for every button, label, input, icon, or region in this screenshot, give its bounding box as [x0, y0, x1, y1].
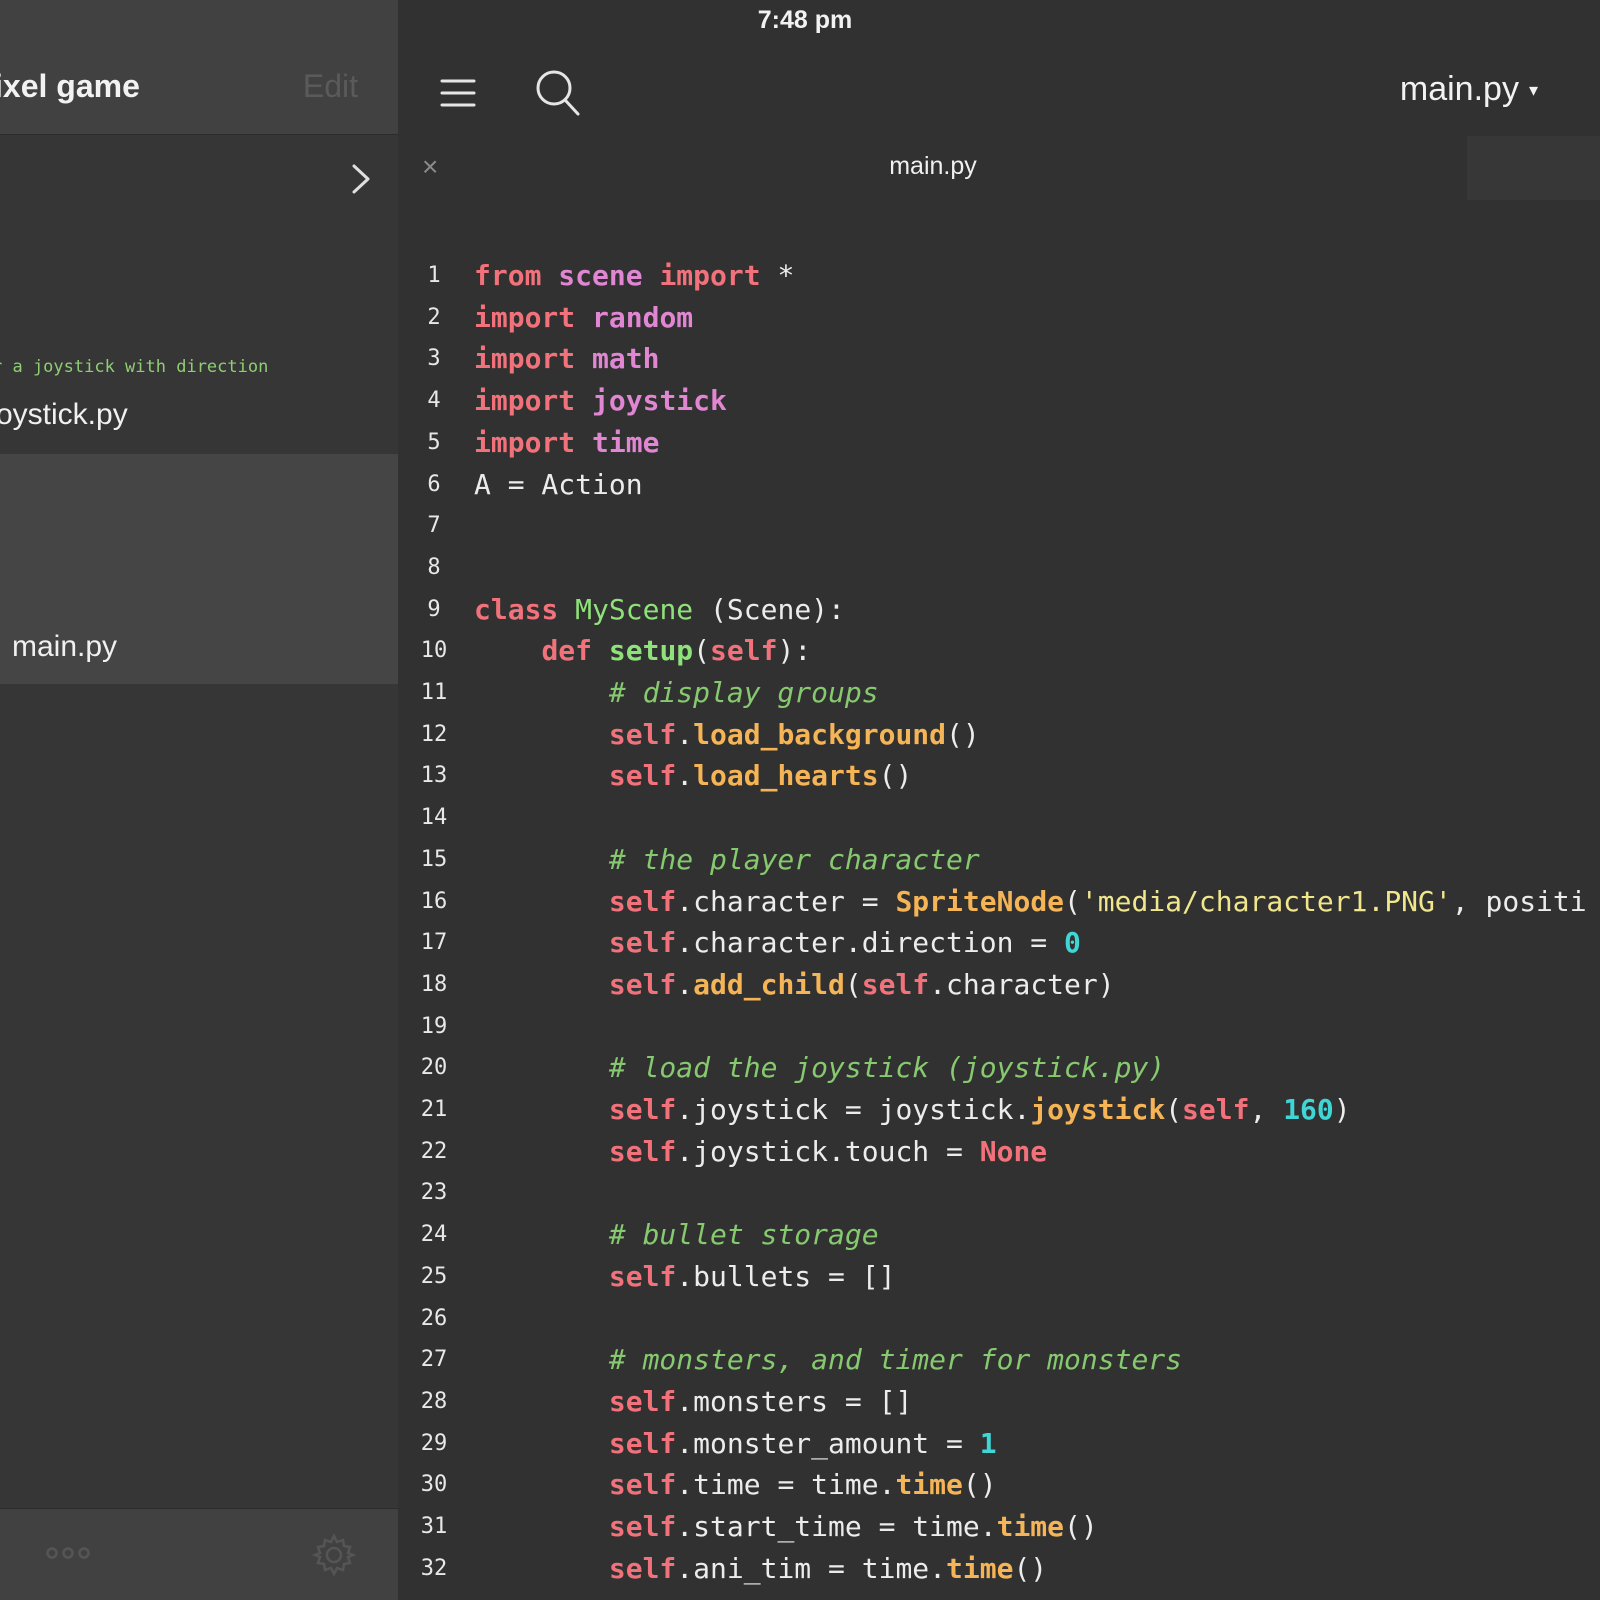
sidebar-header: ixel game Edit [0, 0, 398, 135]
close-tab-button[interactable]: × [422, 152, 438, 182]
line-number: 25 [420, 1264, 448, 1289]
file-title-dropdown[interactable]: main.py ▾ [1400, 70, 1538, 109]
line-number: 14 [420, 805, 448, 830]
sidebar-item-joystick[interactable]: oystick.py [0, 398, 128, 432]
line-number: 21 [420, 1097, 448, 1122]
search-icon[interactable] [535, 69, 581, 117]
code-text: A = Action [474, 468, 643, 501]
line-number: 15 [420, 847, 448, 872]
line-number: 28 [420, 1389, 448, 1414]
file-title-label: main.py [1399, 70, 1519, 108]
line-number: 23 [420, 1180, 448, 1205]
code-text: class MyScene (Scene): [474, 593, 845, 626]
code-text: self.ani_tim = time.time() [608, 1552, 1048, 1585]
line-number: 4 [427, 388, 441, 413]
code-text: import time [474, 426, 660, 459]
line-number: 7 [427, 513, 441, 538]
line-number: 32 [420, 1556, 448, 1581]
code-text: self.monster_amount = 1 [608, 1427, 997, 1460]
line-number: 17 [420, 930, 448, 955]
code-text: self.load_background() [608, 718, 980, 751]
line-number: 11 [420, 680, 448, 705]
line-number: 27 [420, 1347, 448, 1372]
line-number: 24 [420, 1222, 448, 1247]
line-number: 20 [420, 1055, 448, 1080]
code-text: self.joystick = joystick.joystick(self, … [608, 1093, 1351, 1126]
edit-button[interactable]: Edit [303, 68, 358, 105]
chevron-down-icon: ▾ [1528, 80, 1538, 100]
code-text: # display groups [608, 676, 879, 709]
sidebar-item-main[interactable]: main.py [0, 454, 398, 684]
line-number: 3 [427, 346, 441, 371]
line-number: 1 [427, 263, 441, 288]
code-text: self.character = SpriteNode('media/chara… [608, 885, 1587, 918]
file-browser-sidebar: ixel game Edit r a joystick with directi… [0, 0, 398, 1600]
tab-main[interactable]: main.py [850, 152, 1016, 181]
line-number: 26 [420, 1306, 448, 1331]
project-title: ixel game [0, 68, 140, 104]
code-text: self.time = time.time() [608, 1468, 997, 1501]
line-number: 6 [427, 472, 441, 497]
code-text: import random [474, 301, 694, 334]
code-text: # bullet storage [608, 1218, 879, 1251]
line-number: 31 [420, 1514, 448, 1539]
code-text: def setup(self): [541, 634, 812, 667]
gear-icon[interactable] [312, 1533, 356, 1577]
file-description: r a joystick with direction [0, 357, 269, 377]
code-text: self.character.direction = 0 [608, 926, 1081, 959]
line-number: 16 [420, 889, 448, 914]
tab-bar-empty-area [1467, 136, 1600, 200]
code-text: self.joystick.touch = None [608, 1135, 1048, 1168]
code-text: self.start_time = time.time() [608, 1510, 1098, 1543]
code-text: self.monsters = [] [608, 1385, 913, 1418]
line-number: 22 [420, 1139, 448, 1164]
code-text: self.load_hearts() [608, 759, 913, 792]
line-number: 2 [427, 305, 441, 330]
line-number: 29 [420, 1431, 448, 1456]
line-number: 30 [420, 1472, 448, 1497]
line-number: 18 [420, 972, 448, 997]
status-time: 7:48 pm [757, 6, 853, 34]
menu-icon[interactable] [440, 79, 476, 107]
code-text: self.bullets = [] [608, 1260, 896, 1293]
code-text: self.add_child(self.character) [608, 968, 1115, 1001]
line-number: 10 [420, 638, 448, 663]
chevron-right-icon[interactable] [346, 160, 376, 198]
line-number: 13 [420, 763, 448, 788]
sidebar-footer [0, 1508, 398, 1600]
code-text: # the player character [608, 843, 980, 876]
line-number: 12 [420, 722, 448, 747]
code-text: import joystick [474, 384, 727, 417]
code-text: # monsters, and timer for monsters [608, 1343, 1183, 1376]
sidebar-item-label: main.py [12, 630, 118, 663]
line-number: 9 [427, 597, 441, 622]
more-options-icon[interactable] [46, 1543, 90, 1563]
line-number: 19 [420, 1014, 448, 1039]
code-text: # load the joystick (joystick.py) [608, 1051, 1166, 1084]
line-number: 8 [427, 555, 441, 580]
code-text: import math [474, 342, 660, 375]
code-text: from scene import * [474, 259, 795, 292]
line-number: 5 [427, 430, 441, 455]
